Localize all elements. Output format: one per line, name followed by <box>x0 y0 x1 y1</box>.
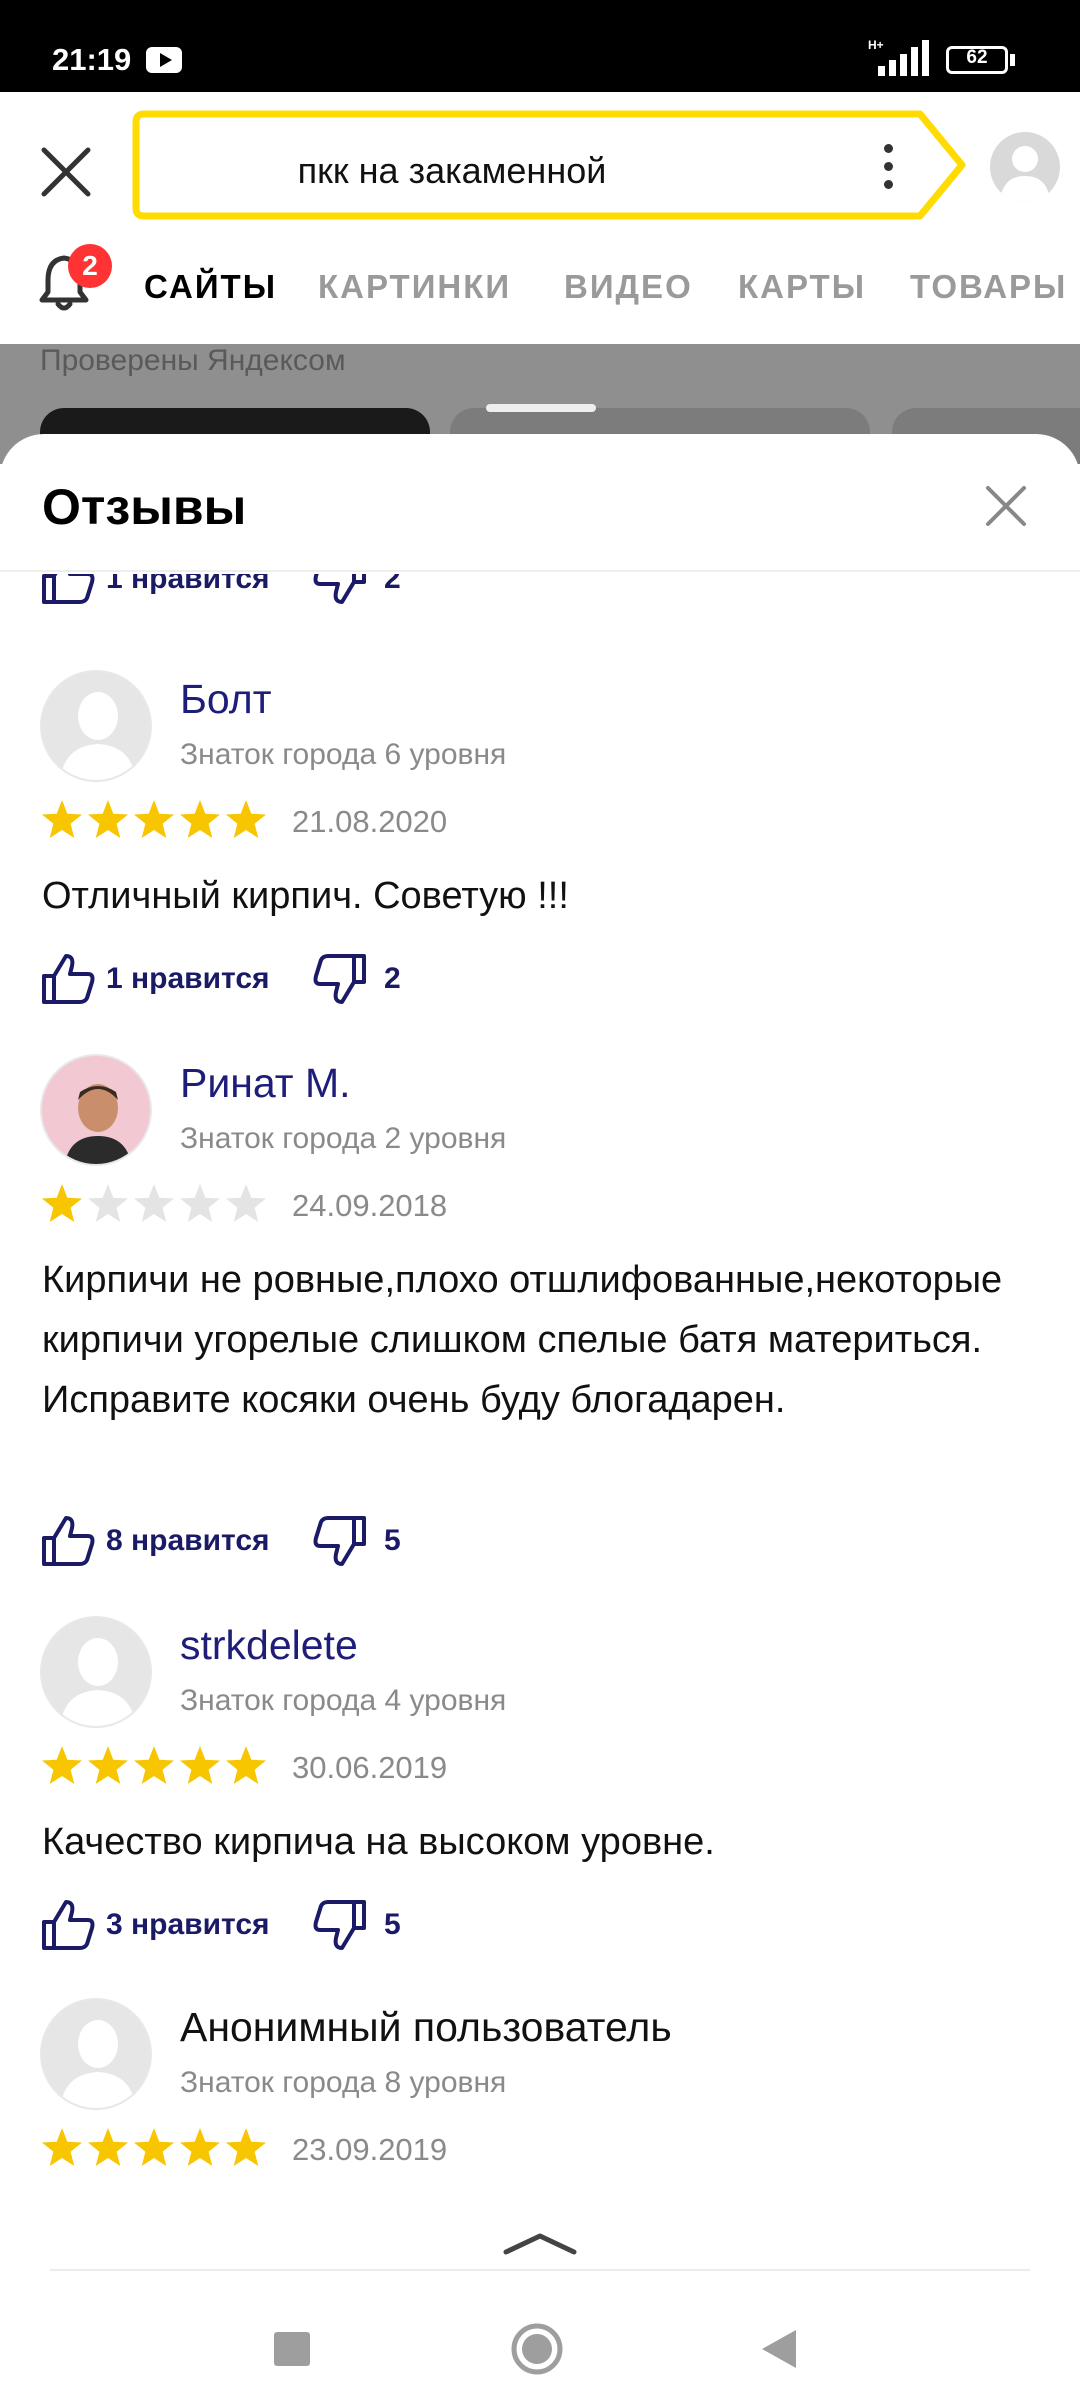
review-date: 23.09.2019 <box>292 2132 448 2167</box>
thumbs-up-icon[interactable] <box>40 574 96 606</box>
battery-level: 62 <box>966 47 988 68</box>
star-filled-icon <box>42 2128 82 2166</box>
thumbs-up-icon[interactable] <box>40 1898 96 1952</box>
like-button[interactable]: 1 нравится <box>106 962 270 996</box>
user-silhouette-icon <box>42 2000 152 2110</box>
rating-stars <box>42 1184 266 1222</box>
star-empty-icon <box>88 1184 128 1222</box>
avatar[interactable] <box>40 1998 152 2110</box>
profile-avatar[interactable] <box>990 132 1060 202</box>
author-level: Знаток города 4 уровня <box>180 1684 507 1717</box>
like-button[interactable]: 8 нравится <box>106 1524 270 1558</box>
rating-stars <box>42 2128 266 2166</box>
star-empty-icon <box>180 1184 220 1222</box>
review-text: Качество кирпича на высоком уровне. <box>42 1821 715 1863</box>
user-silhouette-icon <box>42 672 152 782</box>
dislike-count[interactable]: 2 <box>384 962 401 996</box>
like-button[interactable]: 3 нравится <box>106 1908 270 1942</box>
close-icon[interactable] <box>38 144 94 200</box>
star-empty-icon <box>226 1184 266 1222</box>
tab-sites[interactable]: САЙТЫ <box>144 268 277 306</box>
tab-images[interactable]: КАРТИНКИ <box>318 268 511 306</box>
search-input[interactable]: пкк на закаменной <box>232 150 672 192</box>
verified-label: Проверены Яндексом <box>40 344 346 377</box>
star-filled-icon <box>134 1746 174 1784</box>
battery-icon: 62 <box>946 46 1008 74</box>
divider <box>0 570 1080 572</box>
recent-apps-button[interactable] <box>274 2332 310 2366</box>
author-level: Знаток города 6 уровня <box>180 738 507 771</box>
star-filled-icon <box>226 800 266 838</box>
star-filled-icon <box>88 1746 128 1784</box>
review-author[interactable]: Болт <box>180 676 272 723</box>
author-level: Знаток города 8 уровня <box>180 2066 507 2099</box>
star-filled-icon <box>180 2128 220 2166</box>
review-date: 24.09.2018 <box>292 1188 448 1223</box>
youtube-notification-icon <box>146 47 182 73</box>
chevron-up-icon[interactable] <box>500 2228 580 2258</box>
star-filled-icon <box>42 1184 82 1222</box>
avatar[interactable] <box>40 1616 152 1728</box>
review-date: 21.08.2020 <box>292 804 448 839</box>
star-filled-icon <box>226 2128 266 2166</box>
sheet-title: Отзывы <box>42 479 247 535</box>
avatar[interactable] <box>40 1054 152 1166</box>
review-text: Кирпичи не ровные,плохо отшлифованные,не… <box>42 1259 1003 1421</box>
review-text: Отличный кирпич. Советую !!! <box>42 875 569 917</box>
thumbs-down-icon[interactable] <box>312 574 368 606</box>
star-filled-icon <box>88 800 128 838</box>
like-button[interactable]: 1 нравится <box>106 574 270 596</box>
thumbs-down-icon[interactable] <box>312 1898 368 1952</box>
rating-stars <box>42 1746 266 1784</box>
dislike-count[interactable]: 5 <box>384 1908 401 1942</box>
search-header: пкк на закаменной 2 САЙТЫ КАРТИНКИ ВИДЕО… <box>0 92 1080 352</box>
tab-maps[interactable]: КАРТЫ <box>738 268 866 306</box>
review-date: 30.06.2019 <box>292 1750 448 1785</box>
user-silhouette-icon <box>1000 146 1050 202</box>
more-options-icon[interactable] <box>880 144 896 204</box>
tab-video[interactable]: ВИДЕО <box>564 268 693 306</box>
reviews-list[interactable]: 1 нравится 2 Болт Знаток города 6 уровня… <box>0 574 1080 2206</box>
dislike-count[interactable]: 5 <box>384 1524 401 1558</box>
thumbs-down-icon[interactable] <box>312 952 368 1006</box>
review-author[interactable]: Анонимный пользователь <box>180 2004 672 2051</box>
status-time: 21:19 <box>52 42 132 77</box>
user-silhouette-icon <box>42 1618 152 1728</box>
tab-products[interactable]: ТОВАРЫ <box>910 268 1067 306</box>
signal-icon <box>878 40 929 76</box>
home-button[interactable] <box>510 2322 564 2376</box>
review-text: Кирпич что надо но постоянно нет продукц… <box>42 2194 1042 2206</box>
star-filled-icon <box>180 1746 220 1784</box>
bottom-panel <box>0 2212 1080 2400</box>
thumbs-up-icon[interactable] <box>40 1514 96 1568</box>
star-filled-icon <box>42 800 82 838</box>
review-author[interactable]: strkdelete <box>180 1622 358 1669</box>
star-filled-icon <box>42 1746 82 1784</box>
divider <box>50 2269 1030 2271</box>
sheet-drag-handle[interactable] <box>486 404 596 412</box>
avatar[interactable] <box>40 670 152 782</box>
star-filled-icon <box>88 2128 128 2166</box>
status-bar: 21:19 H+ 62 <box>0 0 1080 92</box>
close-sheet-icon[interactable] <box>984 484 1028 528</box>
author-level: Знаток города 2 уровня <box>180 1122 507 1155</box>
thumbs-up-icon[interactable] <box>40 952 96 1006</box>
user-photo <box>42 1056 150 1164</box>
dislike-count[interactable]: 2 <box>384 574 401 596</box>
star-empty-icon <box>134 1184 174 1222</box>
battery-tip <box>1010 54 1015 66</box>
star-filled-icon <box>226 1746 266 1784</box>
star-filled-icon <box>180 800 220 838</box>
reviews-sheet: Отзывы 1 нравится 2 Болт Знаток города 6… <box>0 434 1080 2400</box>
star-filled-icon <box>134 2128 174 2166</box>
back-button[interactable] <box>760 2328 798 2370</box>
rating-stars <box>42 800 266 838</box>
review-author[interactable]: Ринат М. <box>180 1060 351 1107</box>
search-tabs: САЙТЫ КАРТИНКИ ВИДЕО КАРТЫ ТОВАРЫ <box>0 268 1080 318</box>
thumbs-down-icon[interactable] <box>312 1514 368 1568</box>
star-filled-icon <box>134 800 174 838</box>
